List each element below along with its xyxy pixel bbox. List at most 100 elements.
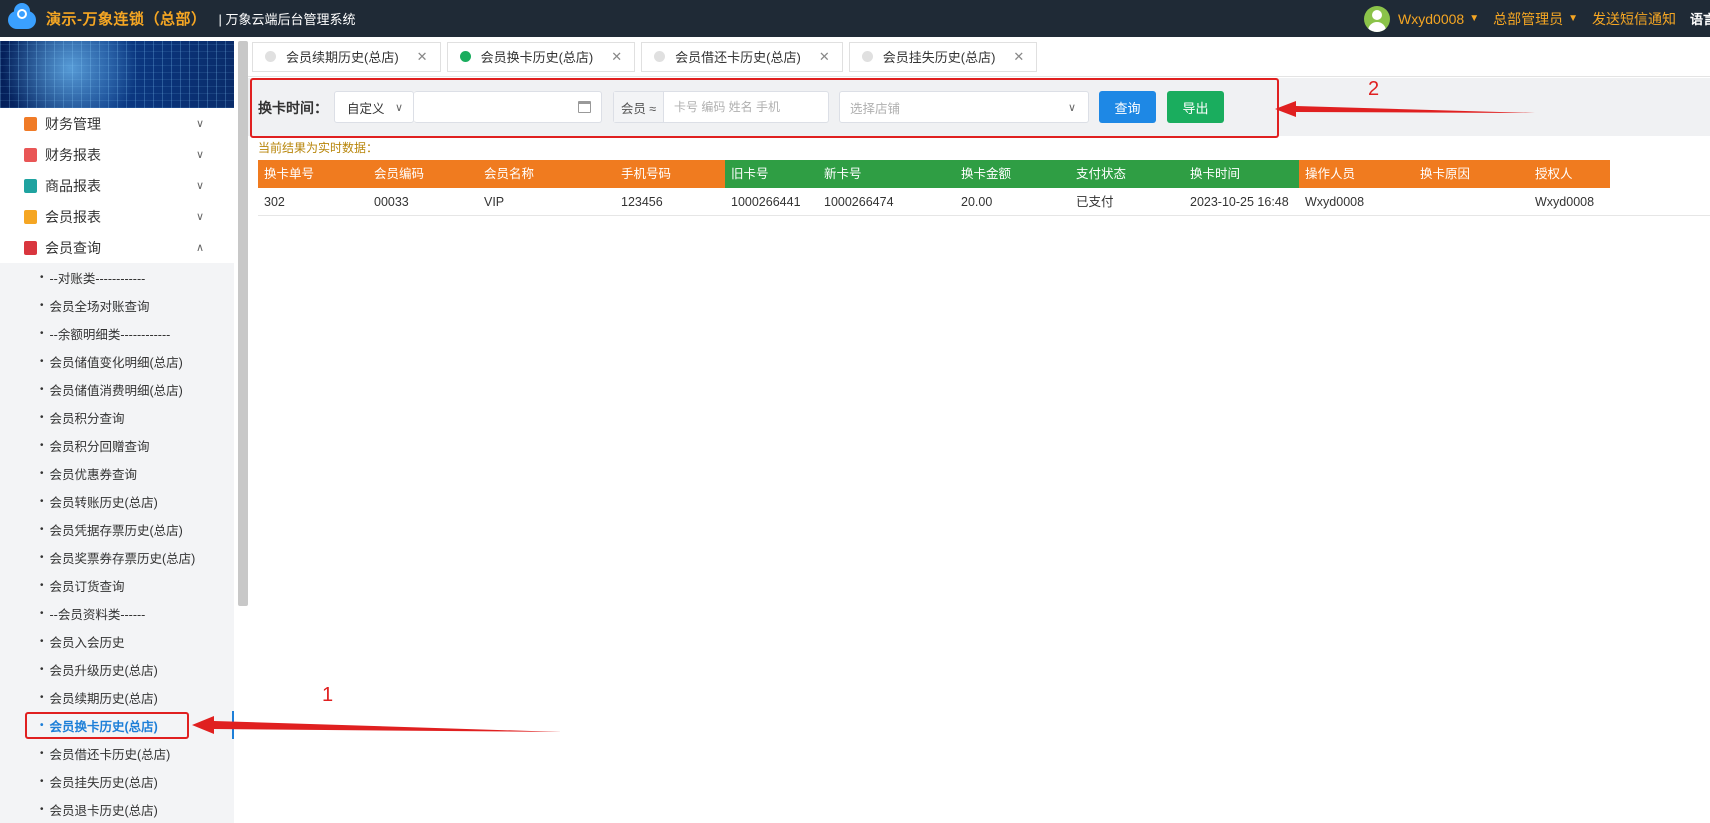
sidebar-group-label: 商品报表	[45, 177, 101, 194]
sidebar-sub-item[interactable]: • 会员入会历史	[0, 627, 234, 655]
table-cell: 302	[264, 195, 285, 209]
sidebar-sub-item[interactable]: • 会员全场对账查询	[0, 291, 234, 319]
sidebar-sub-item[interactable]: • --余额明细类------------	[0, 319, 234, 347]
sidebar-sub-item[interactable]: • 会员借还卡历史(总店)	[0, 739, 234, 767]
sidebar-group-0[interactable]: 财务管理 ∨	[0, 108, 234, 139]
table-cell: 1000266441	[731, 195, 801, 209]
main-content: 换卡时间： 自定义 ∨ 会员 ≈ 选择店铺 ∨ 查询 导出 当前结果为实时数据：…	[248, 78, 1710, 823]
tab-label: 会员挂失历史(总店)	[882, 50, 996, 65]
bullet-icon: •	[40, 299, 44, 311]
user-avatar-icon[interactable]	[1364, 5, 1391, 32]
bullet-icon: •	[40, 411, 44, 423]
tab-label: 会员换卡历史(总店)	[480, 50, 594, 65]
status-dot-icon	[459, 51, 471, 62]
sidebar-sub-item[interactable]: • 会员转账历史(总店)	[0, 487, 234, 515]
sidebar-sub-item[interactable]: • 会员升级历史(总店)	[0, 655, 234, 683]
bullet-icon: •	[40, 495, 44, 507]
chevron-down-icon: ∨	[195, 211, 204, 223]
sidebar-group-label: 会员报表	[45, 208, 101, 225]
bullet-icon: •	[40, 691, 44, 703]
column-header: 换卡金额	[955, 160, 1070, 188]
table-cell: 已支付	[1076, 195, 1114, 209]
sidebar-sub-item[interactable]: • --会员资料类------	[0, 599, 234, 627]
sidebar-group-1[interactable]: 财务报表 ∨	[0, 139, 234, 170]
sidebar-sub-item[interactable]: • 会员优惠券查询	[0, 459, 234, 487]
bullet-icon: •	[40, 355, 44, 367]
member-query-submenu: • --对账类------------ • 会员全场对账查询 • --余额明细类-----…	[0, 263, 234, 823]
sidebar-group-label: 会员查询	[45, 239, 101, 256]
sidebar-sub-item[interactable]: • 会员储值消费明细(总店)	[0, 375, 234, 403]
sidebar-sub-item-label: 会员借还卡历史(总店)	[49, 747, 171, 762]
close-icon[interactable]: ✕	[611, 49, 622, 65]
column-header: 换卡时间	[1184, 160, 1299, 188]
table-cell: 00033	[374, 195, 409, 209]
report-book-icon	[24, 240, 37, 255]
chevron-up-icon: ∧	[195, 242, 204, 254]
table-cell: 20.00	[961, 195, 993, 209]
table-cell: Wxyd0008	[1535, 195, 1595, 209]
chevron-down-icon: ▼	[1568, 13, 1578, 24]
column-header: 新卡号	[818, 160, 955, 188]
sidebar-scrollbar[interactable]	[238, 41, 248, 606]
bullet-icon: •	[40, 747, 44, 759]
card-change-table: 换卡单号 会员编码 会员名称 手机号码 旧卡号 新卡号 换卡金额 支付状态 换卡时间 操作人员 换卡…	[258, 160, 1710, 216]
bullet-icon: •	[40, 551, 44, 563]
sidebar-sub-item-label: --会员资料类------	[49, 607, 146, 622]
user-menu[interactable]: Wxyd0008 ▼	[1398, 11, 1479, 27]
annotation-label-2: 2	[1368, 78, 1380, 100]
sidebar-menu: 财务管理 ∨ 财务报表 ∨ 商品报表 ∨ 会员报表 ∨ 会员查询 ∧ • --对账类---------…	[0, 37, 234, 823]
brand-name: 演示-万象连锁（总部）	[46, 11, 207, 28]
realtime-data-note: 当前结果为实时数据：	[258, 141, 379, 155]
column-header: 授权人	[1529, 160, 1610, 188]
sidebar-sub-item[interactable]: • 会员积分查询	[0, 403, 234, 431]
chevron-down-icon: ▼	[1469, 13, 1480, 24]
report-book-icon	[24, 178, 37, 193]
chevron-down-icon: ∨	[195, 118, 204, 130]
sidebar-group-3[interactable]: 会员报表 ∨	[0, 201, 234, 232]
close-icon[interactable]: ✕	[819, 49, 830, 65]
role-menu[interactable]: 总部管理员 ▼	[1493, 9, 1578, 29]
sidebar-group-4[interactable]: 会员查询 ∧	[0, 232, 234, 263]
sidebar-sub-item-label: 会员积分回赠查询	[49, 439, 150, 454]
close-icon[interactable]: ✕	[417, 49, 428, 65]
bullet-icon: •	[40, 383, 44, 395]
column-header: 手机号码	[615, 160, 725, 188]
sidebar-sub-item-label: 会员续期历史(总店)	[49, 691, 158, 706]
sidebar-sub-item[interactable]: • 会员续期历史(总店)	[0, 683, 234, 711]
sidebar-sub-item-label: --对账类------------	[49, 271, 146, 286]
sidebar-sub-item-label: 会员全场对账查询	[49, 299, 150, 314]
sidebar-sub-item-label: --余额明细类------------	[49, 327, 171, 342]
tab-0[interactable]: 会员续期历史(总店) ✕	[252, 41, 441, 72]
annotation-box-1	[25, 712, 189, 739]
column-header: 会员名称	[478, 160, 615, 188]
sidebar-sub-item[interactable]: • 会员储值变化明细(总店)	[0, 347, 234, 375]
table-cell: Wxyd0008	[1305, 195, 1365, 209]
column-header: 旧卡号	[725, 160, 818, 188]
sidebar-group-2[interactable]: 商品报表 ∨	[0, 170, 234, 201]
top-bar: 演示-万象连锁（总部） | 万象云端后台管理系统 Wxyd0008 ▼ 总部管理员…	[0, 0, 1710, 37]
tab-1[interactable]: 会员换卡历史(总店) ✕	[446, 41, 636, 72]
sidebar-sub-item[interactable]: • 会员奖票券存票历史(总店)	[0, 543, 234, 571]
close-icon[interactable]: ✕	[1013, 49, 1024, 65]
language-menu[interactable]: 语言	[1690, 9, 1710, 28]
sidebar-sub-item[interactable]: • 会员订货查询	[0, 571, 234, 599]
tab-label: 会员续期历史(总店)	[286, 50, 399, 65]
sidebar-sub-item[interactable]: • 会员积分回赠查询	[0, 431, 234, 459]
bullet-icon: •	[40, 663, 44, 675]
tab-2[interactable]: 会员借还卡历史(总店) ✕	[641, 41, 843, 72]
sidebar-sub-item[interactable]: • --对账类------------	[0, 263, 234, 291]
status-dot-icon	[654, 51, 666, 62]
column-header: 会员编码	[368, 160, 478, 188]
bullet-icon: •	[40, 523, 44, 535]
sidebar-sub-item-label: 会员订货查询	[49, 579, 125, 594]
sidebar-sub-item[interactable]: • 会员挂失历史(总店)	[0, 767, 234, 795]
bullet-icon: •	[40, 803, 44, 815]
sms-notify-link[interactable]: 发送短信通知	[1592, 9, 1676, 29]
sidebar-sub-item[interactable]: • 会员凭据存票历史(总店)	[0, 515, 234, 543]
sidebar-sub-item[interactable]: • 会员退卡历史(总店)	[0, 795, 234, 823]
table-row[interactable]: 302 00033 VIP 123456 1000266441 1000266474 20.…	[258, 188, 1710, 216]
tab-3[interactable]: 会员挂失历史(总店) ✕	[848, 41, 1038, 72]
bullet-icon: •	[40, 579, 44, 591]
table-cell: 2023-10-25 16:48	[1190, 195, 1289, 209]
bullet-icon: •	[40, 271, 44, 283]
